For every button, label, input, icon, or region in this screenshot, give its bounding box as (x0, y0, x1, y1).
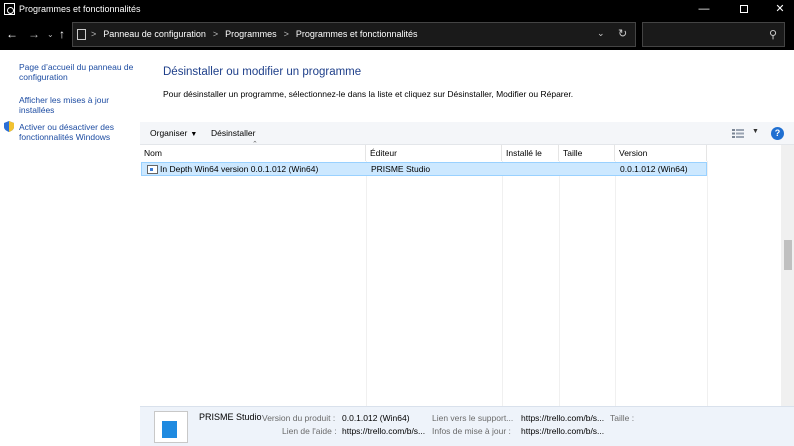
details-publisher: PRISME Studio (199, 412, 262, 422)
command-bar: Organiser ▼ Désinstaller ▼ ? (140, 122, 794, 145)
organize-label: Organiser (150, 128, 188, 138)
scrollbar-thumb[interactable] (784, 240, 792, 270)
column-header-version[interactable]: Version (615, 145, 707, 161)
chevron-down-icon: ▼ (190, 131, 198, 138)
program-version: 0.0.1.012 (Win64) (620, 164, 688, 174)
breadcrumb-separator: > (91, 29, 97, 39)
help-link[interactable]: https://trello.com/b/s... (342, 426, 425, 436)
program-large-icon (154, 411, 188, 443)
help-link-label: Lien de l'aide : (282, 426, 337, 436)
close-button[interactable]: ✕ (760, 0, 794, 19)
control-panel-icon (4, 3, 15, 15)
control-panel-icon (77, 29, 86, 40)
maximize-button[interactable] (724, 0, 764, 19)
page-description: Pour désinstaller un programme, sélectio… (163, 89, 574, 99)
column-header-installed[interactable]: Installé le (502, 145, 559, 161)
update-info-label: Infos de mise à jour : (432, 426, 511, 436)
back-button[interactable]: ← (6, 26, 18, 42)
navigation-bar: ← → ⌄ ↑ > Panneau de configuration > Pro… (0, 19, 794, 50)
minimize-button[interactable]: — (684, 0, 724, 19)
search-input[interactable] (647, 28, 763, 42)
view-installed-updates-link[interactable]: Afficher les mises à jour installées (19, 95, 137, 115)
breadcrumb-item[interactable]: Programmes et fonctionnalités (296, 29, 418, 39)
search-icon[interactable]: ⚲ (769, 28, 777, 41)
uninstall-button[interactable]: Désinstaller (211, 128, 255, 138)
maximize-icon (740, 5, 748, 14)
program-name: In Depth Win64 version 0.0.1.012 (Win64) (160, 164, 319, 174)
product-version-value: 0.0.1.012 (Win64) (342, 413, 410, 423)
support-link[interactable]: https://trello.com/b/s... (521, 413, 604, 423)
breadcrumb-separator: > (212, 29, 219, 39)
address-dropdown-button[interactable]: ⌄ (597, 28, 605, 39)
view-options-icon[interactable] (732, 129, 744, 138)
window-title: Programmes et fonctionnalités (19, 4, 141, 14)
search-box[interactable]: ⚲ (642, 22, 785, 47)
control-panel-home-link[interactable]: Page d’accueil du panneau de configurati… (19, 62, 137, 82)
refresh-button[interactable]: ↻ (618, 27, 627, 40)
recent-locations-button[interactable]: ⌄ (47, 27, 54, 43)
title-bar: Programmes et fonctionnalités — ✕ (0, 0, 794, 19)
size-label: Taille : (610, 413, 635, 423)
task-pane: Page d’accueil du panneau de configurati… (0, 50, 140, 406)
address-bar[interactable]: > Panneau de configuration > Programmes … (72, 22, 636, 47)
program-publisher: PRISME Studio (371, 164, 431, 174)
forward-button[interactable]: → (28, 26, 40, 42)
product-version-label: Version du produit : (262, 413, 336, 423)
update-info-link[interactable]: https://trello.com/b/s... (521, 426, 604, 436)
organize-button[interactable]: Organiser ▼ (150, 128, 197, 138)
breadcrumb-item[interactable]: Panneau de configuration (103, 29, 206, 39)
breadcrumb: > Panneau de configuration > Programmes … (91, 29, 417, 39)
shield-icon (4, 121, 14, 132)
column-divider (366, 161, 367, 406)
breadcrumb-separator: > (283, 29, 289, 39)
up-button[interactable]: ↑ (59, 26, 65, 42)
column-divider (559, 161, 560, 406)
column-divider (615, 161, 616, 406)
column-header-name[interactable]: Nom (140, 145, 366, 161)
column-divider (502, 161, 503, 406)
help-button[interactable]: ? (771, 127, 784, 140)
column-divider (707, 161, 708, 406)
page-title: Désinstaller ou modifier un programme (163, 66, 362, 78)
column-header-size[interactable]: Taille (559, 145, 615, 161)
details-pane: PRISME Studio Version du produit : 0.0.1… (140, 406, 794, 446)
view-dropdown-button[interactable]: ▼ (752, 128, 759, 135)
support-link-label: Lien vers le support... (432, 413, 514, 423)
vertical-scrollbar[interactable] (781, 145, 794, 406)
program-row[interactable]: In Depth Win64 version 0.0.1.012 (Win64)… (141, 162, 707, 176)
breadcrumb-item[interactable]: Programmes (225, 29, 277, 39)
windows-features-link[interactable]: Activer ou désactiver des fonctionnalité… (19, 122, 137, 142)
column-header-publisher[interactable]: Éditeur (366, 145, 502, 161)
program-icon (147, 165, 158, 174)
